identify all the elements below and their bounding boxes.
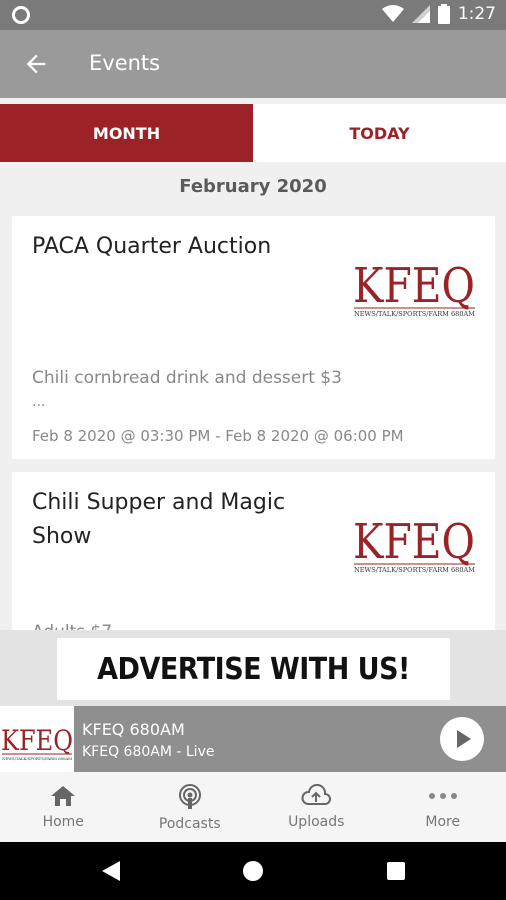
status-icons: 1:27 [381,4,496,24]
battery-icon [437,4,450,24]
nav-home-label: Home [42,814,84,830]
event-title: PACA Quarter Auction [32,234,272,259]
svg-text:KFEQ: KFEQ [1,724,73,757]
back-arrow-icon[interactable] [22,50,50,78]
svg-text:KFEQ: KFEQ [353,514,475,570]
event-description: Chili cornbread drink and dessert $3 [32,368,342,388]
upload-cloud-icon [301,784,332,805]
event-card[interactable]: Chili Supper and Magic Show KFEQ NEWS/TA… [12,472,495,630]
nav-uploads-label: Uploads [288,814,345,830]
event-card[interactable]: PACA Quarter Auction KFEQ NEWS/TALK/SPOR… [12,216,495,459]
page-title: Events [89,51,161,75]
notification-circle-icon [12,6,30,24]
station-logo-box: KFEQ NEWS/TALK/SPORTS/FARM 680AM [0,706,74,772]
nav-home[interactable]: Home [0,772,127,842]
kfeq-logo: KFEQ NEWS/TALK/SPORTS/FARM 680AM [353,514,475,574]
nav-podcasts[interactable]: Podcasts [127,772,254,842]
svg-text:KFEQ: KFEQ [353,258,475,314]
event-title: Chili Supper and Magic Show [32,490,286,549]
bottom-nav: Home Podcasts Uploads More [0,772,506,842]
tab-bar: MONTH TODAY [0,104,506,162]
wifi-icon [381,5,404,22]
event-description: Adults $7 [32,622,112,630]
system-back-icon[interactable] [100,860,122,882]
player-subtitle: KFEQ 680AM - Live [82,744,215,760]
app-bar: Events [0,30,506,98]
play-button[interactable] [440,717,484,761]
clock: 1:27 [457,4,496,24]
status-bar: 1:27 [0,0,506,30]
play-icon [457,730,471,748]
system-home-icon[interactable] [242,860,264,882]
ad-area: ADVERTISE WITH US! [0,630,506,706]
svg-text:NEWS/TALK/SPORTS/FARM 680AM: NEWS/TALK/SPORTS/FARM 680AM [2,756,72,761]
nav-uploads[interactable]: Uploads [253,772,380,842]
podcast-icon [178,784,201,809]
kfeq-logo: KFEQ NEWS/TALK/SPORTS/FARM 680AM [353,258,475,318]
svg-text:NEWS/TALK/SPORTS/FARM 680AM: NEWS/TALK/SPORTS/FARM 680AM [354,311,475,318]
advertise-banner[interactable]: ADVERTISE WITH US! [57,638,450,700]
kfeq-logo: KFEQ NEWS/TALK/SPORTS/FARM 680AM [1,724,73,761]
mini-player[interactable]: KFEQ NEWS/TALK/SPORTS/FARM 680AM KFEQ 68… [0,706,506,772]
home-icon [51,786,76,806]
event-date-range: Feb 8 2020 @ 03:30 PM - Feb 8 2020 @ 06:… [32,427,404,445]
month-header: February 2020 [179,176,327,197]
nav-podcasts-label: Podcasts [158,816,221,832]
signal-icon [411,5,430,23]
event-list[interactable]: PACA Quarter Auction KFEQ NEWS/TALK/SPOR… [12,216,495,630]
svg-text:NEWS/TALK/SPORTS/FARM 680AM: NEWS/TALK/SPORTS/FARM 680AM [354,567,475,574]
description-ellipsis: ... [32,394,46,410]
system-nav-bar [0,842,506,900]
player-station-name: KFEQ 680AM [82,720,185,739]
tab-today[interactable]: TODAY [253,104,506,162]
nav-more[interactable]: More [380,772,506,842]
nav-more-label: More [425,814,461,830]
more-dots-icon [428,793,457,799]
tab-month[interactable]: MONTH [0,104,253,162]
system-recents-icon[interactable] [386,861,406,881]
